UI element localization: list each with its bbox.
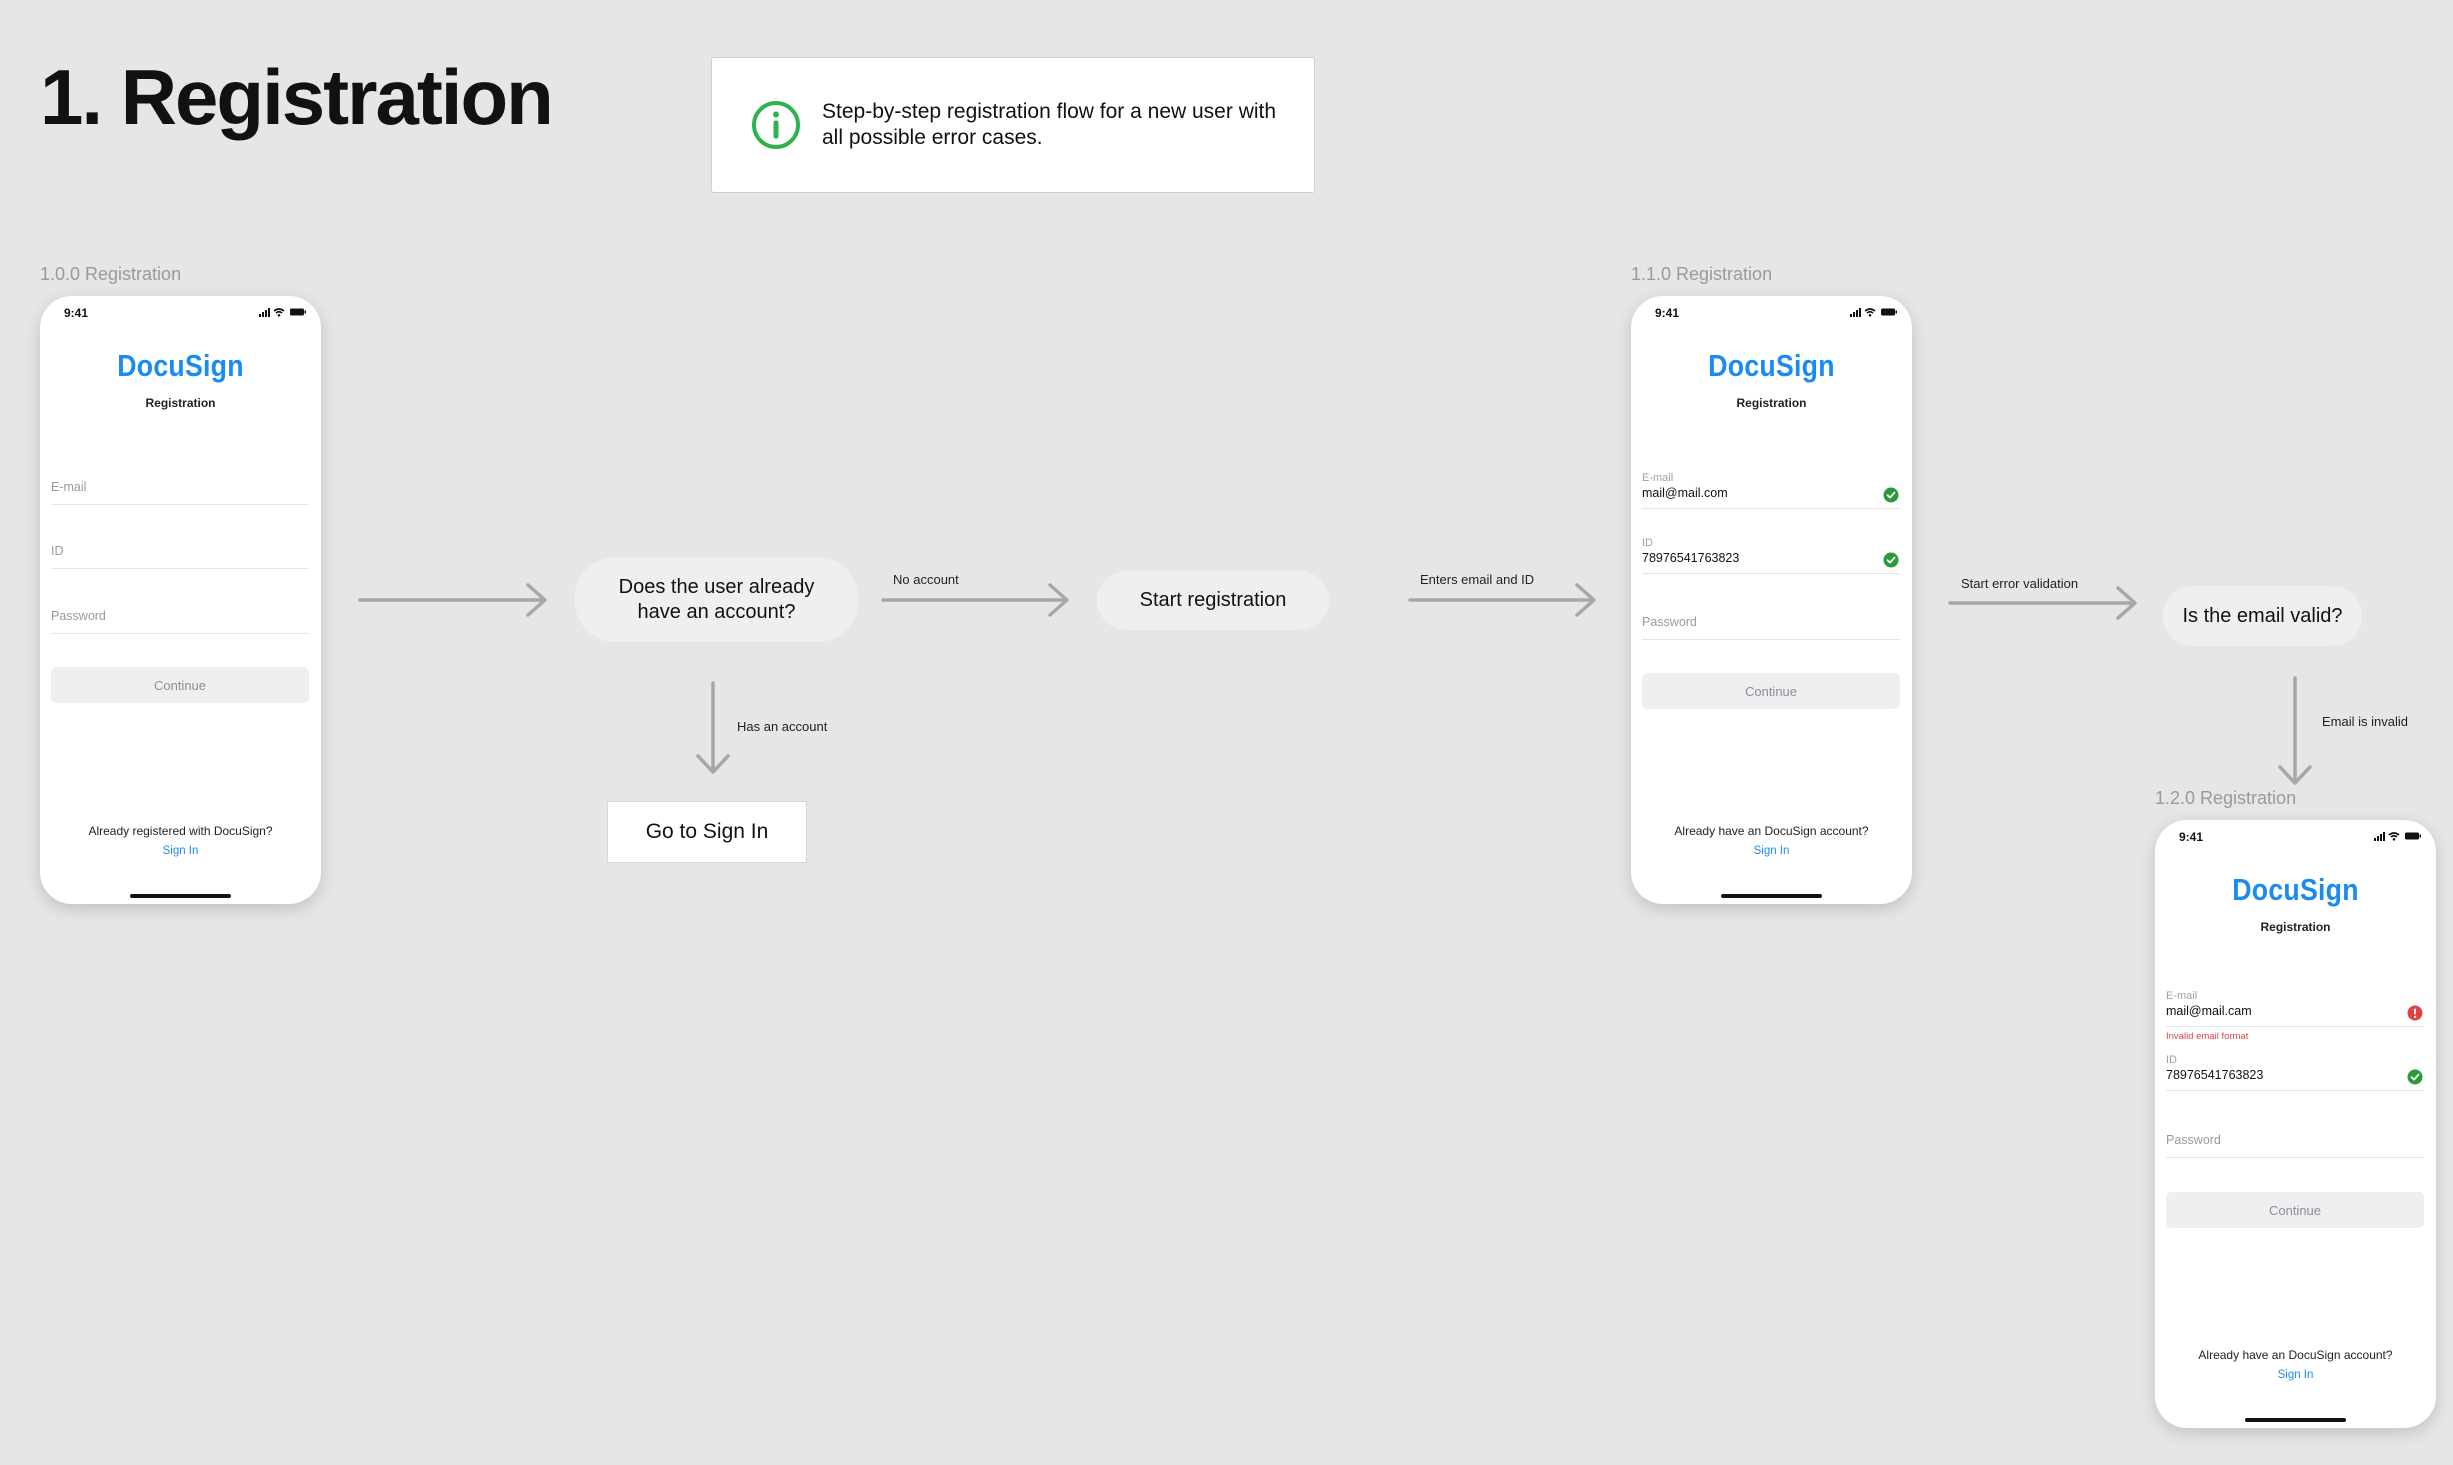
sign-in-link[interactable]: Sign In [40, 845, 321, 857]
email-field[interactable]: E-mail [51, 480, 309, 505]
edge-label-enters-email-id: Enters email and ID [1420, 572, 1535, 587]
home-indicator [130, 894, 231, 898]
continue-button[interactable]: Continue [1642, 673, 1900, 709]
email-error-text: Invalid email format [2166, 1031, 2249, 1042]
sign-in-link[interactable]: Sign In [1631, 845, 1912, 857]
screen-subtitle: Registration [1736, 396, 1807, 410]
arrow-to-account-question [358, 583, 547, 617]
id-field[interactable]: ID 78976541763823 [2166, 1054, 2424, 1091]
phone-screen-1-0-0: 9:41 DocuSign Registration E-mail ID Pas… [40, 296, 321, 904]
footer-text: Already registered with DocuSign? [88, 824, 273, 838]
password-field[interactable]: Password [2166, 1133, 2424, 1158]
home-indicator [1721, 894, 1822, 898]
node-email-valid-question: Is the email valid? [2163, 586, 2362, 646]
edge-label-has-account: Has an account [737, 719, 828, 734]
home-indicator [2245, 1418, 2346, 1422]
continue-button[interactable]: Continue [51, 667, 309, 703]
node-go-to-signin: Go to Sign In [607, 801, 807, 863]
footer-text: Already have an DocuSign account? [2198, 1348, 2393, 1362]
edge-label-start-error-validation: Start error validation [1961, 576, 2079, 591]
edge-label-email-invalid: Email is invalid [2322, 714, 2408, 729]
brand-logo: DocuSign [2232, 872, 2359, 907]
arrow-has-account [696, 681, 730, 774]
frame-label-1-1-0: 1.1.0 Registration [1631, 264, 1773, 284]
continue-button[interactable]: Continue [2166, 1192, 2424, 1228]
password-field[interactable]: Password [51, 609, 309, 634]
status-bar-icons [2374, 832, 2421, 841]
edge-label-no-account: No account [893, 572, 959, 587]
phone-screen-1-2-0: 9:41 DocuSign Registration E-mail mail@m… [2155, 820, 2436, 1428]
status-bar-icons [259, 308, 306, 317]
status-bar-icons [1850, 308, 1897, 317]
arrow-start-error-validation [1948, 586, 2137, 620]
flow-arrows [358, 583, 2312, 785]
footer-text: Already have an DocuSign account? [1674, 824, 1869, 838]
arrow-no-account [881, 583, 1069, 617]
arrow-enters-email-id [1408, 583, 1596, 617]
id-field[interactable]: ID 78976541763823 [1642, 537, 1900, 574]
email-field[interactable]: E-mail mail@mail.com [1642, 472, 1900, 509]
screen-subtitle: Registration [2260, 920, 2331, 934]
node-has-account-question: Does the user already have an account? [575, 557, 858, 642]
status-time: 9:41 [64, 306, 89, 320]
password-field[interactable]: Password [1642, 615, 1900, 640]
node-start-registration: Start registration [1097, 571, 1329, 630]
status-time: 9:41 [2179, 830, 2204, 844]
id-field[interactable]: ID [51, 544, 309, 569]
arrow-email-invalid [2278, 676, 2312, 785]
frame-label-1-2-0: 1.2.0 Registration [2155, 788, 2297, 808]
frame-label-1-0-0: 1.0.0 Registration [40, 264, 182, 284]
sign-in-link[interactable]: Sign In [2155, 1369, 2436, 1381]
email-field[interactable]: E-mail mail@mail.cam [2166, 990, 2424, 1027]
check-circle-icon [1883, 552, 1899, 568]
status-time: 9:41 [1655, 306, 1680, 320]
phone-screen-1-1-0: 9:41 DocuSign Registration E-mail mail@m… [1631, 296, 1912, 904]
check-circle-icon [1883, 487, 1899, 503]
check-circle-icon [2407, 1069, 2423, 1085]
screen-subtitle: Registration [145, 396, 216, 410]
brand-logo: DocuSign [1708, 348, 1835, 383]
exclamation-circle-icon [2407, 1005, 2423, 1021]
brand-logo: DocuSign [117, 348, 244, 383]
